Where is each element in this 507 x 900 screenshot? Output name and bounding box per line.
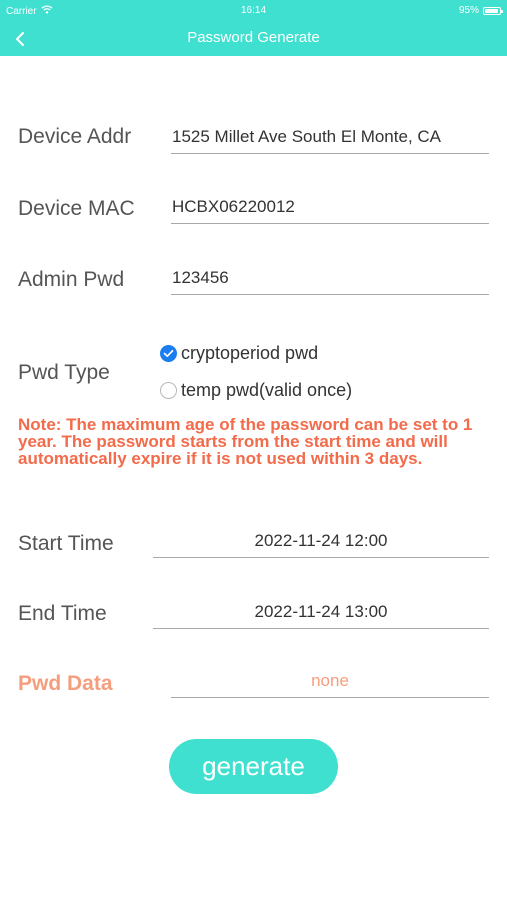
- status-time: 16:14: [240, 5, 267, 16]
- radio-checked-icon: [160, 345, 177, 362]
- device-mac-field[interactable]: HCBX06220012: [171, 194, 489, 224]
- pwd-data-label: Pwd Data: [18, 672, 113, 695]
- start-time-field[interactable]: 2022-11-24 12:00: [153, 528, 489, 558]
- device-mac-label: Device MAC: [18, 197, 135, 220]
- radio-option-cryptoperiod[interactable]: cryptoperiod pwd: [160, 343, 318, 364]
- admin-pwd-field[interactable]: 123456: [171, 265, 489, 295]
- device-addr-field[interactable]: 1525 Millet Ave South El Monte, CA: [171, 124, 489, 154]
- radio-unchecked-icon: [160, 382, 177, 399]
- header-bar: Carrier 16:14 95% Password Generate: [0, 0, 507, 56]
- radio-option-label: cryptoperiod pwd: [181, 343, 319, 363]
- password-age-note: Note: The maximum age of the password ca…: [18, 415, 473, 468]
- end-time-field[interactable]: 2022-11-24 13:00: [153, 599, 489, 629]
- battery-percent: 95%: [458, 5, 479, 16]
- battery-level-fill: [485, 8, 499, 13]
- admin-pwd-label: Admin Pwd: [18, 268, 125, 291]
- radio-option-label: temp pwd(valid once): [181, 380, 353, 400]
- radio-option-temp[interactable]: temp pwd(valid once): [160, 380, 352, 401]
- battery-icon: [483, 6, 503, 15]
- end-time-label: End Time: [18, 602, 107, 625]
- device-addr-label: Device Addr: [18, 125, 132, 148]
- start-time-label: Start Time: [18, 532, 114, 555]
- generate-button[interactable]: generate: [169, 739, 338, 794]
- pwd-type-label: Pwd Type: [18, 361, 110, 384]
- password-generate-screen: Carrier 16:14 95% Password Generate Devi: [0, 0, 507, 900]
- page-title: Password Generate: [187, 29, 320, 46]
- status-battery: 95%: [458, 5, 503, 16]
- pwd-data-value: none: [171, 668, 489, 698]
